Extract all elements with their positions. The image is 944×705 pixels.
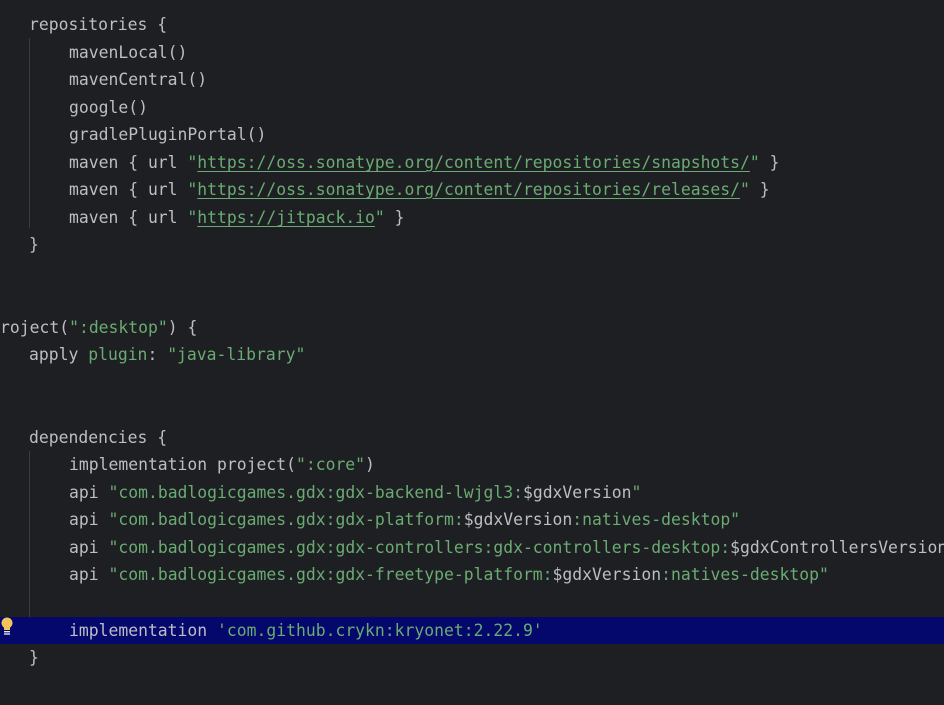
code-token: "com.badlogicgames.gdx:gdx-freetype-plat… (108, 565, 553, 584)
code-token: apply (29, 345, 89, 364)
code-line[interactable]: gradlePluginPortal() (0, 121, 944, 148)
code-token: "com.badlogicgames.gdx:gdx-backend-lwjgl… (108, 483, 523, 502)
code-line[interactable]: } (0, 231, 944, 258)
code-text: maven { url "https://oss.sonatype.org/co… (69, 176, 770, 203)
code-text: dependencies { (29, 424, 167, 451)
code-text: api "com.badlogicgames.gdx:gdx-controlle… (69, 534, 944, 561)
code-line-current[interactable]: implementation 'com.github.crykn:kryonet… (0, 617, 944, 644)
code-line[interactable]: api "com.badlogicgames.gdx:gdx-backend-l… (0, 479, 944, 506)
code-token: mavenLocal() (69, 43, 188, 62)
code-line[interactable]: google() (0, 94, 944, 121)
code-line[interactable]: api "com.badlogicgames.gdx:gdx-platform:… (0, 506, 944, 533)
code-token: $gdxVersion (463, 510, 573, 529)
code-text: implementation project(":core") (69, 451, 375, 478)
lightbulb-icon[interactable] (1, 617, 13, 637)
code-line[interactable]: api "com.badlogicgames.gdx:gdx-controlle… (0, 534, 944, 561)
code-token: repositories { (29, 15, 168, 34)
code-editor[interactable]: repositories { mavenLocal() mavenCentral… (0, 0, 944, 705)
code-line[interactable] (0, 589, 944, 616)
code-token: $gdxControllersVersion (730, 538, 944, 557)
url-link[interactable]: https://jitpack.io (197, 208, 375, 227)
code-token: google() (69, 98, 148, 117)
code-token: } (29, 648, 39, 667)
code-token: api (69, 483, 109, 502)
code-token: maven { url (69, 153, 188, 172)
code-token: "com.badlogicgames.gdx:gdx-platform: (108, 510, 464, 529)
code-line[interactable] (0, 396, 944, 423)
code-line[interactable]: roject(":desktop") { (0, 314, 944, 341)
code-line[interactable]: implementation project(":core") (0, 451, 944, 478)
code-text: } (29, 231, 39, 258)
code-token: "com.badlogicgames.gdx:gdx-controllers:g… (108, 538, 731, 557)
code-token: api (69, 510, 109, 529)
code-text: repositories { (29, 11, 167, 38)
code-text: gradlePluginPortal() (69, 121, 266, 148)
code-line[interactable] (0, 259, 944, 286)
code-token: dependencies { (29, 428, 168, 447)
code-token: implementation project( (69, 455, 296, 474)
url-link[interactable]: https://oss.sonatype.org/content/reposit… (197, 180, 740, 199)
code-line[interactable]: mavenCentral() (0, 66, 944, 93)
code-token: 'com.github.crykn:kryonet:2.22.9' (217, 621, 543, 640)
code-token: ) { (167, 318, 198, 337)
code-line[interactable]: maven { url "https://jitpack.io" } (0, 204, 944, 231)
code-line[interactable]: dependencies { (0, 424, 944, 451)
code-text: maven { url "https://oss.sonatype.org/co… (69, 149, 780, 176)
code-text: api "com.badlogicgames.gdx:gdx-platform:… (69, 506, 740, 533)
code-token: " (749, 153, 760, 172)
code-token: " (631, 483, 642, 502)
code-line[interactable] (0, 286, 944, 313)
code-line[interactable]: maven { url "https://oss.sonatype.org/co… (0, 176, 944, 203)
code-text: google() (69, 94, 148, 121)
code-token: } (759, 153, 780, 172)
code-text: maven { url "https://jitpack.io" } (69, 204, 405, 231)
code-token: ) (365, 455, 375, 474)
code-line[interactable]: repositories { (0, 11, 944, 38)
code-token: maven { url (69, 180, 188, 199)
code-token: } (384, 208, 405, 227)
code-text: api "com.badlogicgames.gdx:gdx-freetype-… (69, 561, 829, 588)
code-text: roject(":desktop") { (0, 314, 197, 341)
code-token: :natives-desktop" (661, 565, 829, 584)
code-text: apply plugin: "java-library" (29, 341, 305, 368)
code-token: api (69, 565, 109, 584)
code-token: " (187, 208, 198, 227)
code-token: ":desktop" (69, 318, 168, 337)
code-token: } (749, 180, 770, 199)
url-link[interactable]: https://oss.sonatype.org/content/reposit… (197, 153, 750, 172)
code-token: " (740, 180, 750, 199)
code-token: plugin (88, 345, 148, 364)
code-text: implementation 'com.github.crykn:kryonet… (69, 617, 543, 644)
code-line[interactable]: apply plugin: "java-library" (0, 341, 944, 368)
code-token: api (69, 538, 109, 557)
code-token: } (29, 235, 39, 254)
code-token: : (147, 345, 168, 364)
code-token: mavenCentral() (69, 70, 208, 89)
code-text: api "com.badlogicgames.gdx:gdx-backend-l… (69, 479, 641, 506)
code-token: roject( (0, 318, 70, 337)
code-line[interactable]: mavenLocal() (0, 39, 944, 66)
code-token: implementation (69, 621, 218, 640)
code-token: :natives-desktop" (572, 510, 741, 529)
code-token: $gdxVersion (522, 483, 632, 502)
code-line[interactable]: maven { url "https://oss.sonatype.org/co… (0, 149, 944, 176)
code-text: mavenLocal() (69, 39, 187, 66)
code-line[interactable]: api "com.badlogicgames.gdx:gdx-freetype-… (0, 561, 944, 588)
code-token: " (187, 153, 198, 172)
code-token: gradlePluginPortal() (69, 125, 267, 144)
code-token: " (374, 208, 385, 227)
code-token: maven { url (69, 208, 188, 227)
code-token: ":core" (295, 455, 366, 474)
code-token: $gdxVersion (552, 565, 662, 584)
code-text: } (29, 644, 39, 671)
code-text: mavenCentral() (69, 66, 207, 93)
code-token: "java-library" (167, 345, 306, 364)
code-line[interactable]: } (0, 644, 944, 671)
code-token: " (187, 180, 198, 199)
code-line[interactable] (0, 369, 944, 396)
